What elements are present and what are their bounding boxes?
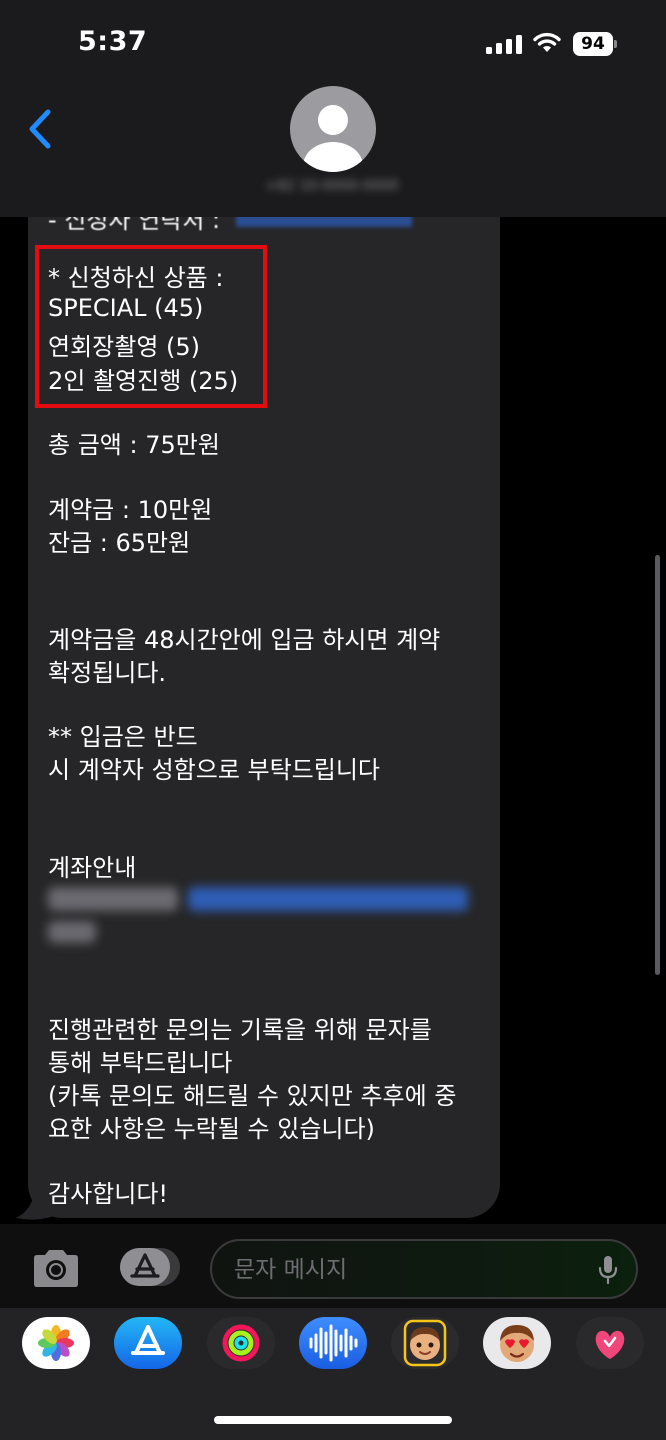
inquiry-line-4: 요한 사항은 누락될 수 있습니다) — [48, 1115, 375, 1143]
fitness-icon[interactable] — [207, 1317, 275, 1369]
microphone-icon[interactable] — [598, 1255, 618, 1285]
conversation-header: 5:37 94 +82 10-0000-0000 — [0, 0, 666, 217]
balance-amount: 잔금 : 65만원 — [48, 529, 191, 557]
notice-line-1: 계약금을 48시간안에 입금 하시면 계약 — [48, 626, 441, 654]
contact-avatar[interactable] — [290, 86, 376, 172]
note-line-2: 시 계약자 성함으로 부탁드립니다 — [48, 756, 381, 784]
total-amount: 총 금액 : 75만원 — [48, 431, 220, 459]
person-silhouette-icon — [303, 105, 363, 172]
photos-icon[interactable] — [22, 1317, 90, 1369]
contact-name[interactable]: +82 10-0000-0000 — [232, 178, 432, 198]
scroll-indicator[interactable] — [655, 555, 660, 975]
battery-level: 94 — [573, 32, 613, 56]
wifi-icon — [533, 32, 561, 52]
battery-icon: 94 — [573, 32, 617, 56]
app-store-tray-icon[interactable] — [114, 1317, 182, 1369]
deposit-amount: 계약금 : 10만원 — [48, 496, 213, 524]
camera-icon[interactable] — [30, 1248, 82, 1288]
inquiry-line-3: (카톡 문의도 해드릴 수 있지만 추후에 중 — [48, 1082, 457, 1110]
thanks-line: 감사합니다! — [48, 1180, 169, 1208]
note-line-1: ** 입금은 반드 — [48, 723, 198, 751]
red-highlight-box — [35, 245, 267, 408]
voice-memo-icon[interactable] — [299, 1317, 367, 1369]
chevron-left-icon[interactable] — [26, 108, 52, 150]
memoji-heart-eyes-icon[interactable] — [483, 1317, 551, 1369]
status-time: 5:37 — [78, 26, 148, 57]
app-store-icon[interactable] — [118, 1246, 182, 1288]
home-indicator[interactable] — [214, 1416, 452, 1424]
memoji-icon[interactable] — [391, 1317, 459, 1369]
inquiry-line-2: 통해 부탁드립니다 — [48, 1049, 233, 1077]
account-title: 계좌안내 — [48, 854, 137, 882]
message-input[interactable] — [210, 1239, 638, 1299]
redacted-account-info[interactable] — [48, 883, 468, 943]
digital-touch-icon[interactable] — [576, 1317, 644, 1369]
cellular-signal-icon — [486, 35, 522, 54]
inquiry-line-1: 진행관련한 문의는 기록을 위해 문자를 — [48, 1016, 432, 1044]
notice-line-2: 확정됩니다. — [48, 659, 167, 687]
message-text-field[interactable] — [232, 1241, 576, 1299]
